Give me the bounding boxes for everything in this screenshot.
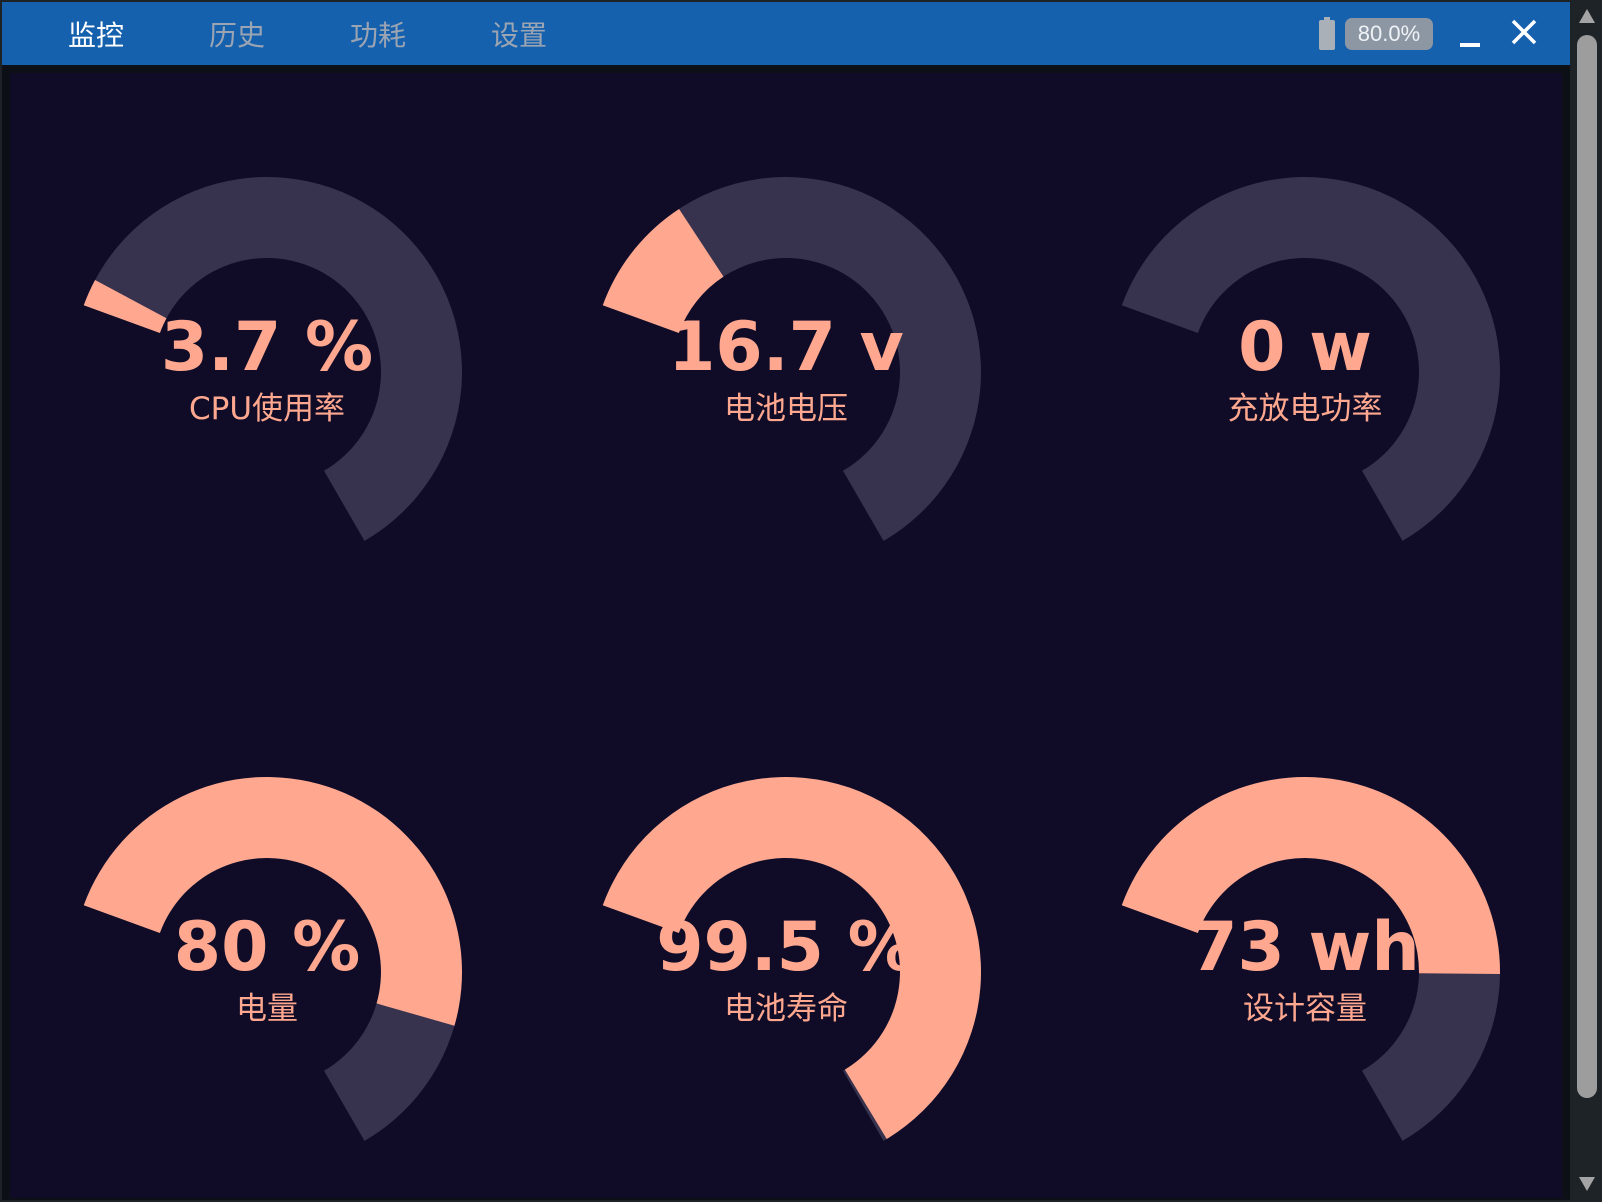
gauge: 99.5 % 电池寿命	[602, 776, 982, 1141]
gauge-label: 电量	[236, 991, 298, 1027]
gauge-fill	[83, 776, 463, 1026]
app-window: 监控 历史 功耗 设置 80.0% 3.7 % CPU使用率 16.7 v 电池电压 0…	[0, 0, 1602, 1202]
gauge-value: 73 wh	[1190, 908, 1420, 987]
gauge-label: 电池电压	[724, 391, 848, 427]
gauge-value: 3.7 %	[161, 308, 373, 387]
gauge-grid: 3.7 % CPU使用率 16.7 v 电池电压 0 w 充放电功率 80 % 电量 99.5 …	[83, 176, 1500, 1141]
gauge-label: 充放电功率	[1228, 391, 1383, 427]
gauge-label: CPU使用率	[189, 391, 345, 427]
gauge-value: 16.7 v	[668, 308, 904, 387]
scroll-up-arrow-icon[interactable]	[1578, 8, 1596, 24]
gauge-value: 99.5 %	[656, 908, 916, 987]
gauge-value: 80 %	[174, 908, 360, 987]
scroll-down-arrow-icon[interactable]	[1578, 1176, 1596, 1192]
gauge: 0 w 充放电功率	[1121, 176, 1500, 541]
gauge: 16.7 v 电池电压	[602, 176, 981, 541]
gauge: 3.7 % CPU使用率	[83, 176, 462, 541]
gauge: 80 % 电量	[83, 776, 463, 1141]
gauge-label: 设计容量	[1243, 991, 1367, 1027]
gauge: 73 wh 设计容量	[1121, 777, 1500, 1141]
gauge-value: 0 w	[1238, 308, 1372, 387]
scrollbar-thumb[interactable]	[1577, 35, 1597, 1098]
gauge-label: 电池寿命	[724, 991, 848, 1027]
vertical-scrollbar[interactable]	[1572, 0, 1602, 1202]
